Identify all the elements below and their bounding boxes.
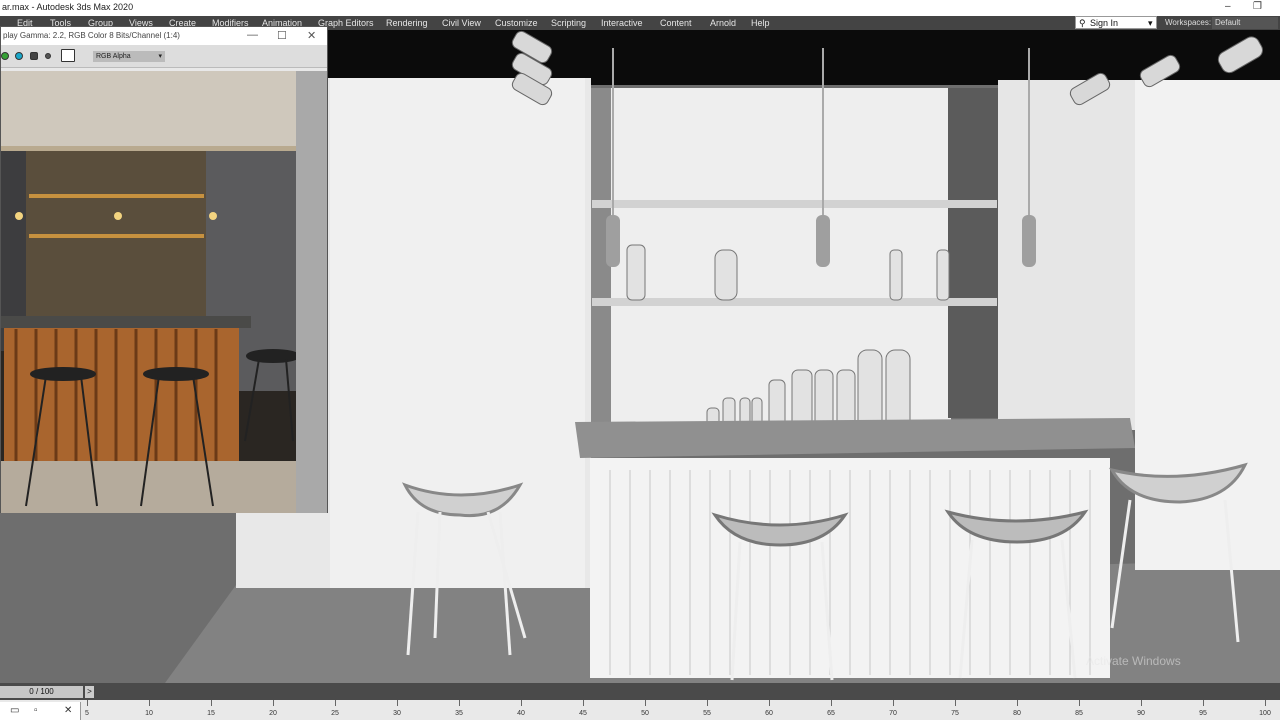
lower-shelf xyxy=(592,298,997,306)
ruler-tick: 15 xyxy=(207,710,215,717)
ruler-tick: 65 xyxy=(827,710,835,717)
ruler-tick: 20 xyxy=(269,710,277,717)
chevron-down-icon: ▾ xyxy=(1148,18,1153,28)
ruler-tick: 35 xyxy=(455,710,463,717)
minimize-frame-button[interactable]: — xyxy=(247,29,258,41)
ruler-tick: 10 xyxy=(145,710,153,717)
rendered-image xyxy=(1,71,296,513)
sign-in-label: Sign In xyxy=(1090,18,1119,28)
ruler-tick: 85 xyxy=(1075,710,1083,717)
menu-customize[interactable]: Customize xyxy=(495,18,538,28)
pendant-light xyxy=(816,215,830,267)
frame-window-toolbar: RGB Alpha ▾ xyxy=(1,45,327,68)
track-bar[interactable]: 5 10 15 20 25 30 35 40 45 50 55 60 65 70… xyxy=(0,700,1280,720)
right-wall-panel xyxy=(998,80,1143,430)
channel-select[interactable]: RGB Alpha ▾ xyxy=(93,51,165,62)
activation-watermark: Activate Windows xyxy=(1086,654,1181,668)
close-panel-button[interactable]: ✕ xyxy=(64,705,72,716)
restore-window-button[interactable]: ❐ xyxy=(1253,1,1262,12)
menu-interactive[interactable]: Interactive xyxy=(601,18,643,28)
menu-civil-view[interactable]: Civil View xyxy=(442,18,481,28)
ruler-tick: 100 xyxy=(1259,710,1271,717)
time-slider-bar xyxy=(0,683,1280,700)
menu-help[interactable]: Help xyxy=(751,18,770,28)
ruler-tick: 55 xyxy=(703,710,711,717)
workspaces-label: Workspaces: xyxy=(1165,18,1212,27)
user-icon: ⚲ xyxy=(1079,18,1086,28)
restore-panel-button[interactable]: ▭ xyxy=(10,705,19,716)
ceiling xyxy=(236,30,1280,85)
ruler-tick: 75 xyxy=(951,710,959,717)
upper-shelf xyxy=(592,200,997,208)
red-channel-toggle[interactable] xyxy=(1,52,9,60)
ruler-tick: 60 xyxy=(765,710,773,717)
pendant-light xyxy=(606,215,620,267)
ruler-tick: 50 xyxy=(641,710,649,717)
sign-in-dropdown[interactable]: ⚲ Sign In ▾ xyxy=(1075,16,1157,29)
workspaces-select[interactable]: Default xyxy=(1212,17,1278,29)
ruler-tick: 5 xyxy=(85,710,89,717)
blue-channel-toggle[interactable] xyxy=(30,52,38,60)
shelf-niche-right xyxy=(948,88,998,418)
rendered-frame-window[interactable]: play Gamma: 2.2, RGB Color 8 Bits/Channe… xyxy=(0,26,328,513)
next-frame-button[interactable]: > xyxy=(85,686,94,698)
green-channel-toggle[interactable] xyxy=(15,52,23,60)
frame-window-caption: play Gamma: 2.2, RGB Color 8 Bits/Channe… xyxy=(3,31,180,40)
bar-counter-top xyxy=(575,418,1135,458)
pendant-light xyxy=(1022,215,1036,267)
frame-window-side xyxy=(296,71,327,513)
restore-icon: ▫ xyxy=(34,705,38,716)
minimized-panel: ▭ ▫ ✕ xyxy=(0,702,81,720)
ruler-tick: 40 xyxy=(517,710,525,717)
ruler-tick: 30 xyxy=(393,710,401,717)
time-slider[interactable]: 0 / 100 xyxy=(0,686,83,698)
menu-scripting[interactable]: Scripting xyxy=(551,18,586,28)
ruler-tick: 70 xyxy=(889,710,897,717)
minimize-window-button[interactable]: – xyxy=(1225,1,1231,12)
close-frame-button[interactable]: ✕ xyxy=(307,29,316,42)
frame-window-titlebar: play Gamma: 2.2, RGB Color 8 Bits/Channe… xyxy=(1,27,327,45)
ruler-tick: 90 xyxy=(1137,710,1145,717)
menu-content[interactable]: Content xyxy=(660,18,692,28)
channel-select-value: RGB Alpha xyxy=(96,53,131,60)
menu-rendering[interactable]: Rendering xyxy=(386,18,428,28)
background-color-swatch[interactable] xyxy=(61,49,75,62)
ruler-tick: 25 xyxy=(331,710,339,717)
chevron-down-icon: ▾ xyxy=(158,53,162,60)
ruler-tick: 45 xyxy=(579,710,587,717)
window-title: ar.max - Autodesk 3ds Max 2020 xyxy=(2,2,134,12)
ruler-tick: 80 xyxy=(1013,710,1021,717)
maximize-frame-button[interactable]: ☐ xyxy=(277,29,287,42)
ruler-tick: 95 xyxy=(1199,710,1207,717)
menu-arnold[interactable]: Arnold xyxy=(710,18,736,28)
alpha-channel-toggle[interactable] xyxy=(45,53,51,59)
title-bar: ar.max - Autodesk 3ds Max 2020 – ❐ xyxy=(0,0,1280,16)
